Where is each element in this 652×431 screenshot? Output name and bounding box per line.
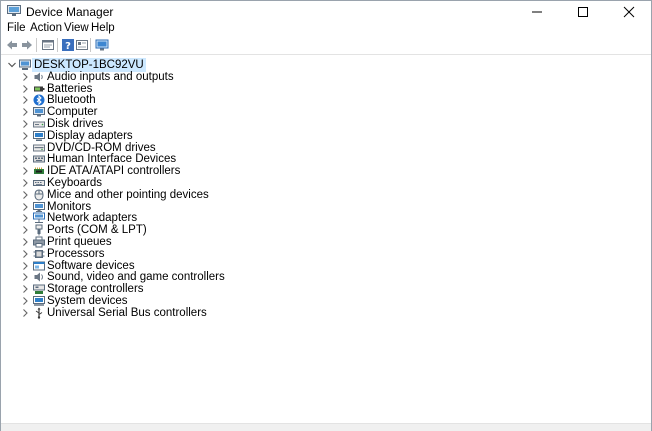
scan-hardware-button[interactable] (95, 38, 109, 52)
computer-root-icon (19, 59, 31, 71)
display-adapter-icon (33, 130, 45, 142)
help-icon: ? (62, 39, 74, 52)
sound-controller-icon (33, 271, 45, 283)
expand-chevron-icon[interactable] (21, 95, 29, 105)
expand-chevron-icon[interactable] (21, 213, 29, 223)
device-manager-window: Device Manager File Action View Help ? D… (0, 0, 652, 431)
close-icon (623, 6, 635, 18)
forward-button[interactable] (20, 38, 34, 52)
minimize-button[interactable] (514, 1, 560, 22)
expand-chevron-icon[interactable] (21, 72, 29, 82)
back-button[interactable] (5, 38, 19, 52)
computer-icon (33, 106, 45, 118)
hid-icon (33, 153, 45, 165)
expand-chevron-icon[interactable] (21, 166, 29, 176)
monitor-icon (33, 201, 45, 213)
title-bar[interactable]: Device Manager (1, 1, 651, 22)
toolbar: ? (1, 36, 651, 55)
menu-help[interactable]: Help (91, 22, 115, 34)
expand-chevron-icon[interactable] (21, 272, 29, 282)
menu-view[interactable]: View (64, 22, 89, 34)
expand-chevron-icon[interactable] (21, 284, 29, 294)
expand-chevron-icon[interactable] (21, 119, 29, 129)
network-adapter-icon (33, 212, 45, 224)
menu-file[interactable]: File (7, 22, 26, 34)
status-bar (1, 423, 651, 431)
printer-icon (33, 236, 45, 248)
expand-chevron-icon[interactable] (21, 154, 29, 164)
back-icon (7, 40, 17, 50)
expand-chevron-icon[interactable] (21, 237, 29, 247)
dvd-drive-icon (33, 142, 45, 154)
window-title: Device Manager (26, 5, 114, 19)
disk-drive-icon (33, 118, 45, 130)
minimize-icon (532, 11, 542, 13)
ide-controller-icon (33, 165, 45, 177)
toolbar-separator (90, 38, 91, 52)
view-button[interactable] (75, 38, 89, 52)
expand-chevron-icon[interactable] (21, 178, 29, 188)
storage-controller-icon (33, 283, 45, 295)
mouse-icon (33, 189, 45, 201)
expand-chevron-icon[interactable] (21, 190, 29, 200)
processor-icon (33, 248, 45, 260)
system-device-icon (33, 295, 45, 307)
tree-category-label: Universal Serial Bus controllers (47, 306, 207, 319)
expand-chevron-icon[interactable] (21, 84, 29, 94)
usb-icon (33, 307, 45, 319)
scan-hardware-icon (95, 39, 109, 51)
expand-chevron-icon[interactable] (21, 249, 29, 259)
tree-category-item[interactable]: Universal Serial Bus controllers (1, 307, 601, 319)
device-tree[interactable]: DESKTOP-1BC92VU Audio inputs and outputs… (1, 57, 651, 423)
software-device-icon (33, 260, 45, 272)
forward-icon (22, 40, 32, 50)
menu-bar: File Action View Help (1, 22, 651, 36)
expand-chevron-icon[interactable] (21, 143, 29, 153)
bluetooth-icon (33, 94, 45, 106)
expand-chevron-icon[interactable] (21, 202, 29, 212)
toolbar-separator (36, 38, 37, 52)
maximize-icon (578, 7, 588, 17)
view-icon (76, 40, 88, 50)
expand-chevron-icon[interactable] (21, 131, 29, 141)
collapse-chevron-icon[interactable] (8, 60, 16, 70)
device-manager-app-icon (7, 5, 21, 16)
expand-chevron-icon[interactable] (21, 225, 29, 235)
maximize-button[interactable] (560, 1, 606, 22)
help-button[interactable]: ? (61, 38, 75, 52)
expand-chevron-icon[interactable] (21, 261, 29, 271)
expand-chevron-icon[interactable] (21, 107, 29, 117)
speaker-icon (33, 71, 45, 83)
properties-icon (42, 40, 54, 50)
toolbar-separator (57, 38, 58, 52)
keyboard-icon (33, 177, 45, 189)
expand-chevron-icon[interactable] (21, 296, 29, 306)
properties-button[interactable] (41, 38, 55, 52)
menu-action[interactable]: Action (30, 22, 62, 34)
expand-chevron-icon[interactable] (21, 308, 29, 318)
svg-text:?: ? (65, 41, 71, 52)
close-button[interactable] (606, 1, 652, 22)
battery-icon (33, 83, 45, 95)
port-icon (33, 224, 45, 236)
